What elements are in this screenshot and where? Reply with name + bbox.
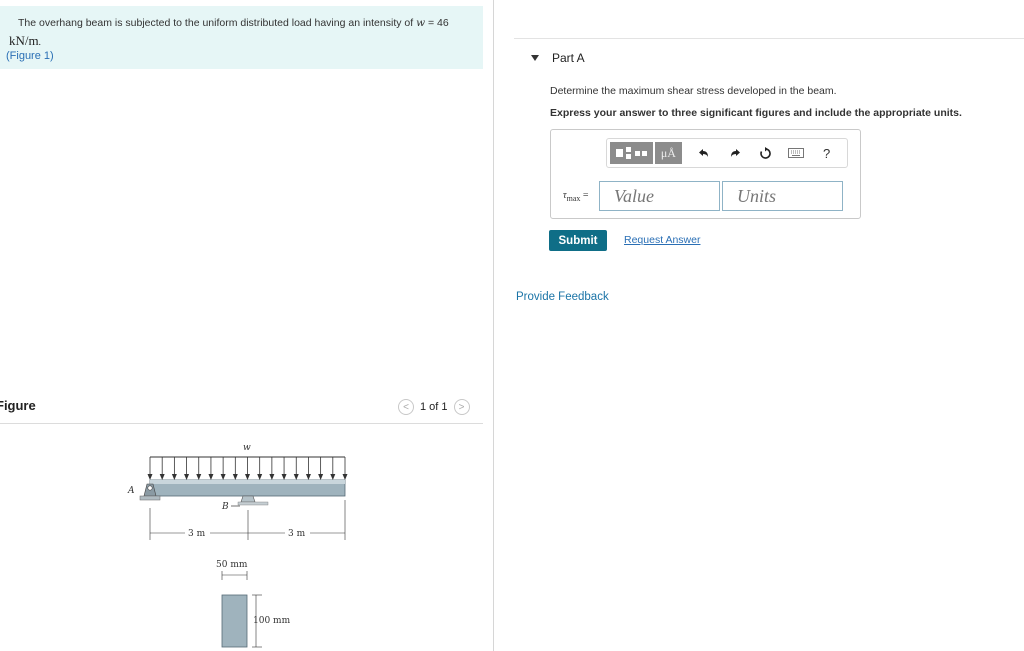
templates-button[interactable]	[610, 142, 654, 164]
help-button[interactable]: ?	[816, 143, 837, 163]
submit-button[interactable]: Submit	[549, 230, 607, 251]
answer-box: μÅ ? τmax = Value Units	[550, 129, 861, 219]
load-value: = 46	[425, 17, 449, 29]
instruction-text: Express your answer to three significant…	[550, 107, 962, 119]
section-height-label: 100 mm	[253, 616, 291, 626]
load-arrow-head	[330, 474, 336, 480]
distributed-load-arrows	[147, 457, 348, 480]
roller-support-b	[240, 495, 256, 503]
math-toolbar: μÅ ?	[606, 138, 848, 168]
load-unit: kN/m.	[9, 33, 41, 49]
chevron-left-icon: <	[403, 401, 409, 413]
question-text: Determine the maximum shear stress devel…	[550, 85, 837, 97]
figure-link[interactable]: (Figure 1)	[6, 50, 54, 62]
variable-subscript: max	[566, 194, 581, 203]
load-arrow-head	[305, 474, 311, 480]
request-answer-link[interactable]: Request Answer	[624, 234, 700, 246]
reset-button[interactable]	[755, 143, 776, 163]
figure-count: 1 of 1	[420, 401, 448, 413]
units-symbols-button[interactable]: μÅ	[655, 142, 682, 164]
load-arrow-head	[147, 474, 153, 480]
templates-icon	[615, 147, 647, 159]
load-variable: w	[416, 17, 426, 29]
support-a-label: A	[127, 486, 135, 496]
unit-period: .	[38, 37, 41, 47]
answer-panel: Part A Determine the maximum shear stres…	[494, 0, 1024, 651]
load-arrow-head	[184, 474, 190, 480]
beam-figure: w A B 3 m 3 m 50 mm 100 mm	[127, 443, 348, 648]
ground-a	[139, 495, 161, 501]
reset-icon	[760, 146, 771, 159]
pin-a	[147, 485, 153, 491]
load-arrow-head	[281, 474, 287, 480]
problem-statement: The overhang beam is subjected to the un…	[0, 6, 483, 69]
equals-sign: =	[580, 190, 589, 201]
cross-section	[221, 594, 248, 648]
part-a-header[interactable]: Part A	[514, 38, 1024, 77]
keyboard-icon	[788, 148, 804, 158]
next-figure-button[interactable]: >	[453, 399, 470, 415]
support-b-label: B	[221, 502, 229, 512]
figure-divider	[0, 423, 483, 424]
load-arrow-head	[220, 474, 226, 480]
redo-button[interactable]	[724, 143, 745, 163]
provide-feedback-link[interactable]: Provide Feedback	[516, 291, 609, 303]
collapse-caret-icon[interactable]	[531, 55, 539, 61]
load-unit-text: kN/m	[9, 33, 39, 48]
undo-icon	[698, 149, 708, 157]
load-arrow-head	[342, 474, 348, 480]
variable-label: τmax =	[563, 190, 589, 203]
load-arrow-head	[245, 474, 250, 480]
problem-text: The overhang beam is subjected to the un…	[18, 17, 449, 29]
load-arrow-head	[293, 474, 299, 480]
part-title: Part A	[552, 51, 585, 65]
keyboard-button[interactable]	[786, 143, 807, 163]
chevron-right-icon: >	[458, 401, 465, 413]
load-arrow-head	[171, 474, 177, 480]
units-input[interactable]: Units	[722, 181, 843, 211]
load-arrow-head	[269, 474, 275, 480]
figure-pager: < 1 of 1 >	[398, 399, 470, 415]
undo-button[interactable]	[694, 143, 715, 163]
span-1-label: 3 m	[188, 529, 206, 539]
load-label: w	[243, 443, 251, 453]
figure-heading: Figure	[0, 398, 36, 413]
load-arrow-head	[232, 474, 238, 480]
load-arrow-head	[257, 474, 263, 480]
prev-figure-button[interactable]: <	[398, 399, 414, 415]
beam-highlight	[150, 480, 345, 484]
problem-sentence: The overhang beam is subjected to the un…	[18, 17, 417, 29]
section-width-label: 50 mm	[216, 560, 248, 570]
redo-icon	[730, 149, 740, 157]
load-arrow-head	[318, 474, 324, 480]
load-arrow-head	[196, 474, 202, 480]
load-arrow-head	[208, 474, 214, 480]
problem-panel: The overhang beam is subjected to the un…	[0, 0, 493, 651]
span-2-label: 3 m	[288, 529, 306, 539]
value-input[interactable]: Value	[599, 181, 720, 211]
load-arrow-head	[159, 474, 165, 480]
ground-b	[237, 501, 269, 506]
